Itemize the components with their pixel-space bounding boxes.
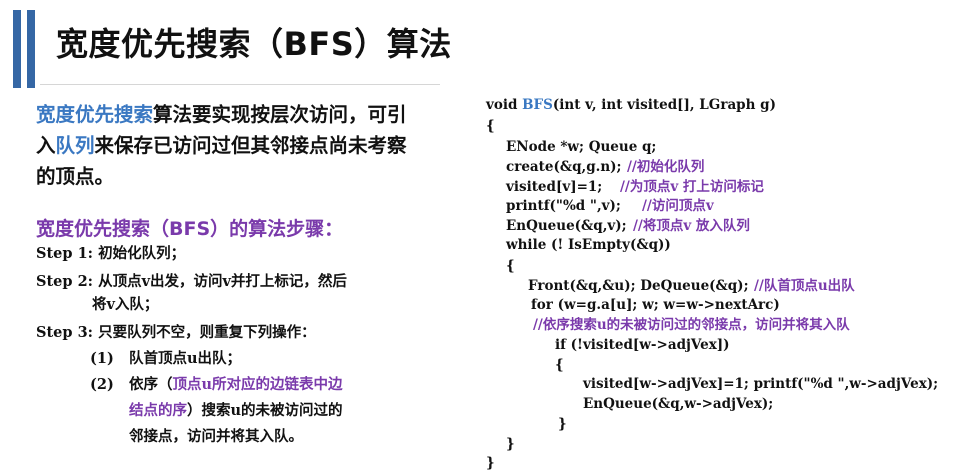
- code-line: create(&q,g.n);: [506, 159, 622, 175]
- substep-text: 依序（: [129, 376, 173, 393]
- code-comment: //队首顶点u出队: [754, 277, 855, 297]
- code-line: ENode *w; Queue q;: [506, 139, 657, 155]
- step-3: Step 3: 只要队列不空，则重复下列操作：: [36, 324, 316, 341]
- code-line: visited[v]=1;: [506, 179, 603, 195]
- step-2-line-1: Step 2: 从顶点v出发，访问v并打上标记，然后: [36, 273, 347, 290]
- code-text: void: [486, 97, 523, 113]
- intro-line-3: 的顶点。: [36, 165, 115, 188]
- title-accent-bar-right: [27, 10, 35, 88]
- step-1: Step 1: 初始化队列；: [36, 245, 186, 262]
- code-comment-text: //依序搜索u的未被访问过的邻接点，访问并将其入队: [533, 317, 850, 333]
- step-2-line-2: 将v入队；: [92, 296, 159, 313]
- substep-2-line-2: 结点的序）搜索u的未被访问过的: [129, 400, 343, 422]
- code-comment: //将顶点v 放入队列: [633, 217, 750, 237]
- code-comment: //访问顶点v: [642, 197, 714, 217]
- code-line: while (! IsEmpty(&q)): [506, 237, 671, 253]
- substep-1-text: 队首顶点u出队；: [129, 350, 242, 367]
- code-function-name: BFS: [522, 97, 553, 113]
- intro-paragraph: 宽度优先搜索算法要实现按层次访问，可引 入队列来保存已访问过但其邻接点尚未考察 …: [36, 99, 446, 192]
- code-line: if (!visited[w->adjVex]): [555, 337, 730, 353]
- code-comment: //初始化队列: [627, 158, 704, 178]
- substep-2-line-3: 邻接点，访问并将其入队。: [129, 428, 303, 445]
- code-line: }: [558, 416, 567, 432]
- code-line: visited[w->adjVex]=1; printf("%d ",w->ad…: [583, 376, 939, 392]
- intro-text: 入: [36, 134, 56, 157]
- intro-highlight-bfs: 宽度优先搜索: [36, 103, 154, 126]
- code-line: EnQueue(&q,w->adjVex);: [583, 396, 774, 412]
- code-line: printf("%d ",v);: [506, 198, 621, 214]
- title-accent-bar-left: [13, 10, 21, 88]
- substep-text: ）搜索u的未被访问过的: [187, 402, 343, 419]
- code-line: {: [506, 258, 515, 274]
- code-comment-text: //初始化队列: [627, 159, 705, 175]
- code-comment-text: //队首顶点u出队: [754, 278, 855, 294]
- intro-line-2: 入队列来保存已访问过但其邻接点尚未考察: [36, 130, 446, 161]
- intro-line-1: 宽度优先搜索算法要实现按层次访问，可引: [36, 99, 446, 130]
- code-line-signature: void BFS(int v, int visited[], LGraph g): [486, 96, 776, 116]
- substep-2-number: (2): [90, 376, 114, 393]
- code-line: }: [486, 455, 495, 471]
- code-comment-text: //为顶点v 打上访问标记: [620, 179, 764, 195]
- substep-1-number: (1): [90, 350, 114, 367]
- code-line: for (w=g.a[u]; w; w=w->nextArc): [531, 297, 780, 313]
- code-comment-text: //将顶点v 放入队列: [633, 218, 750, 234]
- substep-highlight: 顶点u所对应的边链表中边: [172, 376, 343, 393]
- code-line: Front(&q,&u); DeQueue(&q);: [528, 278, 749, 294]
- substep-2-line-1: 依序（顶点u所对应的边链表中边: [129, 374, 343, 396]
- intro-text: 来保存已访问过但其邻接点尚未考察: [94, 134, 407, 157]
- substep-highlight: 结点的序: [129, 402, 187, 419]
- code-line: EnQueue(&q,v);: [506, 218, 627, 234]
- code-line: {: [486, 118, 495, 134]
- title-divider: [40, 84, 440, 85]
- code-line: {: [555, 357, 564, 373]
- slide-title: 宽度优先搜索（BFS）算法: [56, 25, 452, 63]
- steps-heading: 宽度优先搜索（BFS）的算法步骤：: [36, 218, 344, 240]
- code-line: }: [506, 436, 515, 452]
- code-comment: //为顶点v 打上访问标记: [620, 178, 764, 198]
- intro-text: 算法要实现按层次访问，可引: [153, 103, 407, 126]
- code-comment: //依序搜索u的未被访问过的邻接点，访问并将其入队: [533, 316, 850, 336]
- intro-highlight-queue: 队列: [55, 134, 95, 157]
- code-comment-text: //访问顶点v: [642, 198, 714, 214]
- code-text: (int v, int visited[], LGraph g): [552, 97, 776, 113]
